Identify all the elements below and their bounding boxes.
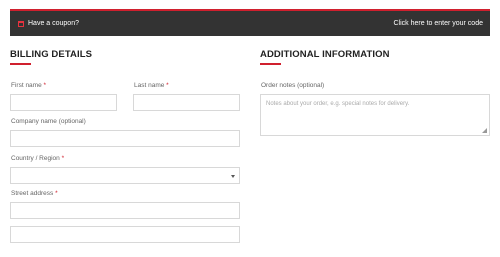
order-notes-placeholder: Notes about your order, e.g. special not… [266,101,410,107]
coupon-prompt: Have a coupon? [28,20,79,27]
first-name-input[interactable] [10,94,117,111]
additional-title-underline [260,63,281,65]
country-region-select[interactable] [10,167,240,184]
street-address-label: Street address * [11,190,58,197]
chevron-down-icon [231,175,235,178]
street-address-line1-input[interactable] [10,202,240,219]
company-name-label: Company name (optional) [11,118,86,125]
enter-coupon-link[interactable]: Click here to enter your code [394,20,484,27]
last-name-label-text: Last name [134,82,165,89]
additional-information-title: ADDITIONAL INFORMATION [260,49,390,60]
first-name-label: First name * [11,82,46,89]
billing-details-title: BILLING DETAILS [10,49,93,60]
first-name-label-text: First name [11,82,42,89]
country-region-label-text: Country / Region [11,155,60,162]
order-notes-label: Order notes (optional) [261,82,325,89]
company-name-input[interactable] [10,130,240,147]
street-address-line2-input[interactable] [10,226,240,243]
coupon-notice-left: Have a coupon? [18,20,79,27]
required-marker: * [166,82,169,89]
country-region-label: Country / Region * [11,155,64,162]
coupon-notice-bar: Have a coupon? Click here to enter your … [10,9,490,36]
billing-title-underline [10,63,31,65]
order-notes-textarea[interactable]: Notes about your order, e.g. special not… [260,94,490,136]
street-address-label-text: Street address [11,190,54,197]
calendar-icon [18,20,24,27]
required-marker: * [43,82,47,89]
last-name-label: Last name * [134,82,169,89]
resize-handle-icon[interactable] [482,128,487,133]
last-name-input[interactable] [133,94,240,111]
required-marker: * [55,190,58,197]
required-marker: * [61,155,65,162]
